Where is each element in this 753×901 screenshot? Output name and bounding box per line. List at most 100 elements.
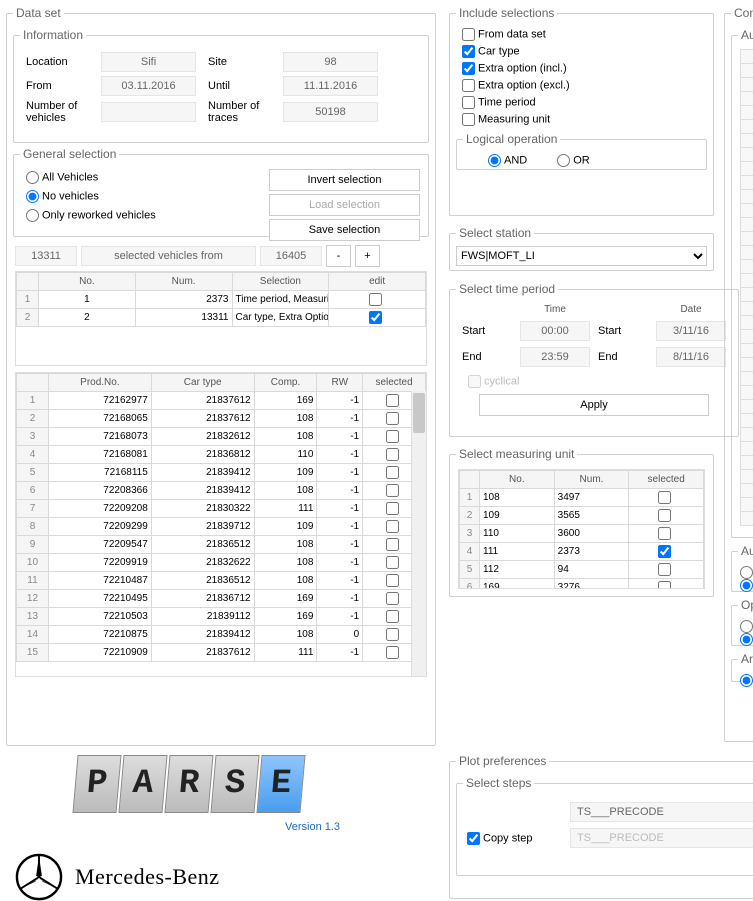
auswa-row-8[interactable]: 8	[740, 147, 753, 162]
auswa-row-15[interactable]: 15	[740, 245, 753, 260]
date-end-input[interactable]	[656, 347, 726, 367]
measunit-selected-checkbox[interactable]	[658, 527, 671, 540]
station-select[interactable]: FWS|MOFT_LI	[456, 246, 707, 266]
selected-checkbox[interactable]	[386, 484, 399, 497]
auswa-row-18[interactable]: 18	[740, 287, 753, 302]
selected-checkbox[interactable]	[386, 538, 399, 551]
ausv-radio-2[interactable]	[740, 579, 753, 592]
auswa-row-25[interactable]: 25	[740, 385, 753, 400]
step1-input[interactable]	[570, 802, 753, 822]
numtr-input[interactable]	[283, 102, 378, 122]
radio-and[interactable]: AND	[488, 154, 527, 167]
include-from-data-set[interactable]: From data set	[462, 28, 701, 41]
from-input[interactable]	[101, 76, 196, 96]
time-start-input[interactable]	[520, 321, 590, 341]
auswa-row-2[interactable]: 2	[740, 63, 753, 78]
auswa-row-10[interactable]: 10	[740, 175, 753, 190]
auswa-row-19[interactable]: 19	[740, 301, 753, 316]
selected-checkbox[interactable]	[386, 448, 399, 461]
measunit-row[interactable]: 31103600	[460, 525, 704, 543]
data-row[interactable]: 107220991921832622108-1	[17, 554, 426, 572]
scrollbar-thumb[interactable]	[413, 393, 425, 433]
selected-checkbox[interactable]	[386, 574, 399, 587]
scrollbar[interactable]	[411, 391, 426, 676]
selected-checkbox[interactable]	[386, 520, 399, 533]
opti-radio-1[interactable]	[740, 620, 753, 633]
selection-row[interactable]: 112373Time period, Measuring unit,	[17, 291, 426, 309]
data-row[interactable]: 17216297721837612169-1	[17, 392, 426, 410]
measunit-row[interactable]: 41112373	[460, 543, 704, 561]
measunit-selected-checkbox[interactable]	[658, 545, 671, 558]
load-selection-button[interactable]: Load selection	[269, 194, 420, 216]
auswa-row-23[interactable]: 23	[740, 357, 753, 372]
selected-checkbox[interactable]	[386, 628, 399, 641]
auswa-row-12[interactable]: 12	[740, 203, 753, 218]
selected-checkbox[interactable]	[386, 466, 399, 479]
ausv-radio-1[interactable]	[740, 566, 753, 579]
copy-step-checkbox[interactable]: Copy step	[467, 832, 562, 845]
data-row[interactable]: 97220954721836512108-1	[17, 536, 426, 554]
auswa-row-22[interactable]: 22	[740, 343, 753, 358]
minus-button[interactable]: -	[326, 245, 351, 267]
location-input[interactable]	[101, 52, 196, 72]
save-selection-button[interactable]: Save selection	[269, 219, 420, 241]
measunit-selected-checkbox[interactable]	[658, 581, 671, 589]
site-input[interactable]	[283, 52, 378, 72]
auswa-row-14[interactable]: 14	[740, 231, 753, 246]
data-row[interactable]: 157221090921837612111-1	[17, 644, 426, 662]
data-row[interactable]: 137221050321839112169-1	[17, 608, 426, 626]
measunit-row[interactable]: 511294	[460, 561, 704, 579]
auswa-row-6[interactable]: 6	[740, 119, 753, 134]
selected-checkbox[interactable]	[386, 430, 399, 443]
auswa-row-11[interactable]: 11	[740, 189, 753, 204]
radio-reworked-vehicles[interactable]: Only reworked vehicles	[26, 209, 261, 222]
selected-checkbox[interactable]	[386, 502, 399, 515]
apply-button[interactable]: Apply	[479, 394, 709, 416]
selection-table[interactable]: No.Num.Selectionedit112373Time period, M…	[15, 271, 427, 366]
selected-checkbox[interactable]	[386, 592, 399, 605]
selected-count-input[interactable]	[15, 246, 77, 266]
auswa-row-4[interactable]: 4	[740, 91, 753, 106]
include-extra-option-excl-[interactable]: Extra option (excl.)	[462, 79, 701, 92]
edit-checkbox[interactable]	[369, 293, 382, 306]
include-car-type[interactable]: Car type	[462, 45, 701, 58]
until-input[interactable]	[283, 76, 378, 96]
auswa-row-31[interactable]: 31	[740, 469, 753, 484]
include-measuring-unit[interactable]: Measuring unit	[462, 113, 701, 126]
data-row[interactable]: 57216811521839412109-1	[17, 464, 426, 482]
include-time-period[interactable]: Time period	[462, 96, 701, 109]
auswa-row-33[interactable]: 33	[740, 497, 753, 512]
opti-radio-2[interactable]	[740, 633, 753, 646]
data-row[interactable]: 67220836621839412108-1	[17, 482, 426, 500]
auswa-row-21[interactable]: 21	[740, 329, 753, 344]
auswa-row-20[interactable]: 20	[740, 315, 753, 330]
auswa-row-27[interactable]: 27	[740, 413, 753, 428]
measuring-unit-table[interactable]: No.Num.selected1108349721093565311036004…	[458, 469, 705, 589]
selected-checkbox[interactable]	[386, 394, 399, 407]
selected-checkbox[interactable]	[386, 610, 399, 623]
radio-or[interactable]: OR	[557, 154, 590, 167]
measunit-selected-checkbox[interactable]	[658, 491, 671, 504]
plus-button[interactable]: +	[355, 245, 380, 267]
selected-checkbox[interactable]	[386, 412, 399, 425]
numveh-input[interactable]	[101, 102, 196, 122]
auswa-row-28[interactable]: 28	[740, 427, 753, 442]
date-start-input[interactable]	[656, 321, 726, 341]
data-row[interactable]: 37216807321832612108-1	[17, 428, 426, 446]
data-row[interactable]: 117221048721836512108-1	[17, 572, 426, 590]
measunit-selected-checkbox[interactable]	[658, 509, 671, 522]
radio-all-vehicles[interactable]: All Vehicles	[26, 171, 261, 184]
data-row[interactable]: 27216806521837612108-1	[17, 410, 426, 428]
data-row[interactable]: 87220929921839712109-1	[17, 518, 426, 536]
selected-checkbox[interactable]	[386, 556, 399, 569]
step2-input[interactable]	[570, 828, 753, 848]
total-count-input[interactable]	[260, 246, 322, 266]
data-row[interactable]: 127221049521836712169-1	[17, 590, 426, 608]
measunit-row[interactable]: 61693276	[460, 579, 704, 590]
edit-checkbox[interactable]	[369, 311, 382, 324]
radio-no-vehicles[interactable]: No vehicles	[26, 190, 261, 203]
measunit-row[interactable]: 21093565	[460, 507, 704, 525]
data-row[interactable]: 1472210875218394121080	[17, 626, 426, 644]
measunit-selected-checkbox[interactable]	[658, 563, 671, 576]
auswa-row-3[interactable]: 3	[740, 77, 753, 92]
